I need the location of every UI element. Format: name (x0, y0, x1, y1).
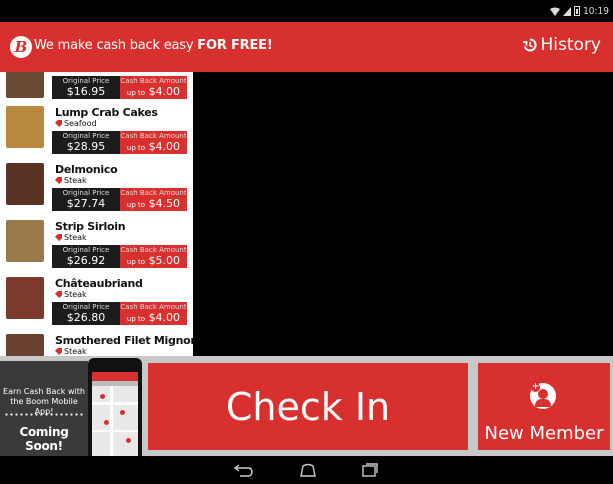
dish-name: Châteaubriand (55, 277, 143, 290)
battery-icon (574, 6, 581, 16)
cashback-value: up to $4.00 (126, 140, 181, 153)
recent-apps-icon[interactable] (360, 462, 380, 478)
original-price-box: Original Price $27.74 (52, 188, 120, 211)
dish-thumbnail (6, 106, 44, 148)
promo-dots (4, 413, 84, 416)
app-promo-banner[interactable]: Earn Cash Back with the Boom Mobile App!… (0, 361, 88, 456)
dish-thumbnail (6, 72, 44, 98)
tag-icon (55, 291, 62, 298)
cashback-box: Cash Back Amount up to $5.00 (120, 245, 187, 268)
tagline-prefix: We make cash back easy (34, 38, 198, 53)
back-icon[interactable] (234, 462, 254, 478)
history-button[interactable]: History (522, 35, 601, 55)
phone-app-bar (92, 372, 138, 381)
cashback-value: up to $4.00 (126, 85, 181, 98)
phone-search-bar (92, 381, 138, 386)
original-price-box: Original Price $16.95 (52, 76, 120, 99)
map-pin-icon (100, 394, 105, 399)
tag-icon (55, 120, 62, 127)
status-icons: 10:19 (550, 4, 609, 18)
history-icon (522, 38, 537, 52)
tag-icon (55, 177, 62, 184)
menu-item[interactable]: Strip Sirloin Steak Original Price $26.9… (0, 219, 193, 276)
wifi-icon (550, 7, 561, 16)
map-pin-icon (104, 420, 109, 425)
plus-icon: + (531, 382, 540, 392)
map-road (92, 402, 138, 405)
tagline: We make cash back easy FOR FREE! (34, 38, 273, 53)
price-value: $28.95 (66, 140, 106, 153)
menu-item[interactable]: Smothered Filet Mignon Steak (0, 333, 193, 356)
new-member-label: New Member (484, 423, 604, 444)
promo-line-1: Earn Cash Back with (3, 387, 85, 396)
cashback-value: up to $4.50 (126, 197, 181, 210)
boom-logo-icon: B (10, 36, 32, 58)
coming-soon-text: Coming Soon! (19, 425, 69, 453)
cashback-box: Cash Back Amount up to $4.00 (120, 131, 187, 154)
status-time: 10:19 (583, 5, 609, 17)
menu-item[interactable]: Original Price $16.95 Cash Back Amount u… (0, 72, 193, 107)
price-value: $26.80 (66, 311, 106, 324)
menu-list[interactable]: Original Price $16.95 Cash Back Amount u… (0, 72, 193, 356)
new-member-button[interactable]: + New Member (478, 363, 610, 450)
price-value: $26.92 (66, 254, 106, 267)
dish-thumbnail (6, 277, 44, 319)
dish-category: Steak (55, 290, 87, 299)
dish-name: Smothered Filet Mignon (55, 334, 193, 347)
cashback-box: Cash Back Amount up to $4.50 (120, 188, 187, 211)
map-pin-icon (120, 410, 125, 415)
status-bar: 10:19 (0, 0, 613, 22)
cashback-value: up to $5.00 (126, 254, 181, 267)
dish-name: Delmonico (55, 163, 118, 176)
user-body (535, 399, 551, 407)
home-icon[interactable] (298, 462, 318, 478)
signal-icon (563, 6, 572, 16)
user-head (538, 389, 548, 399)
menu-item[interactable]: Lump Crab Cakes Seafood Original Price $… (0, 105, 193, 162)
menu-item[interactable]: Châteaubriand Steak Original Price $26.8… (0, 276, 193, 333)
dish-thumbnail (6, 220, 44, 262)
system-nav-bar (0, 456, 613, 484)
phone-screen (92, 372, 138, 456)
dish-name: Lump Crab Cakes (55, 106, 158, 119)
dish-category: Steak (55, 176, 87, 185)
original-price-box: Original Price $28.95 (52, 131, 120, 154)
tagline-emphasis: FOR FREE! (197, 38, 273, 53)
dish-category: Steak (55, 233, 87, 242)
menu-item[interactable]: Delmonico Steak Original Price $27.74 Ca… (0, 162, 193, 219)
cashback-box: Cash Back Amount up to $4.00 (120, 302, 187, 325)
dish-name: Strip Sirloin (55, 220, 126, 233)
history-label: History (540, 35, 601, 55)
tag-icon (55, 234, 62, 241)
cashback-box: Cash Back Amount up to $4.00 (120, 76, 187, 99)
price-value: $27.74 (66, 197, 106, 210)
dish-thumbnail (6, 163, 44, 205)
map-pin-icon (126, 438, 131, 443)
phone-mockup-image (88, 358, 142, 456)
dish-category: Seafood (55, 119, 97, 128)
price-value: $16.95 (66, 85, 106, 98)
cashback-value: up to $4.00 (126, 311, 181, 324)
add-user-icon: + (530, 383, 556, 409)
dish-category: Steak (55, 347, 87, 356)
map-road (110, 386, 113, 456)
check-in-button[interactable]: Check In (148, 363, 468, 450)
original-price-box: Original Price $26.80 (52, 302, 120, 325)
action-panel: Earn Cash Back with the Boom Mobile App!… (0, 356, 613, 456)
dish-thumbnail (6, 334, 44, 356)
tag-icon (55, 348, 62, 355)
original-price-box: Original Price $26.92 (52, 245, 120, 268)
map-road (92, 430, 138, 432)
app-header: B We make cash back easy FOR FREE! Histo… (0, 22, 613, 72)
